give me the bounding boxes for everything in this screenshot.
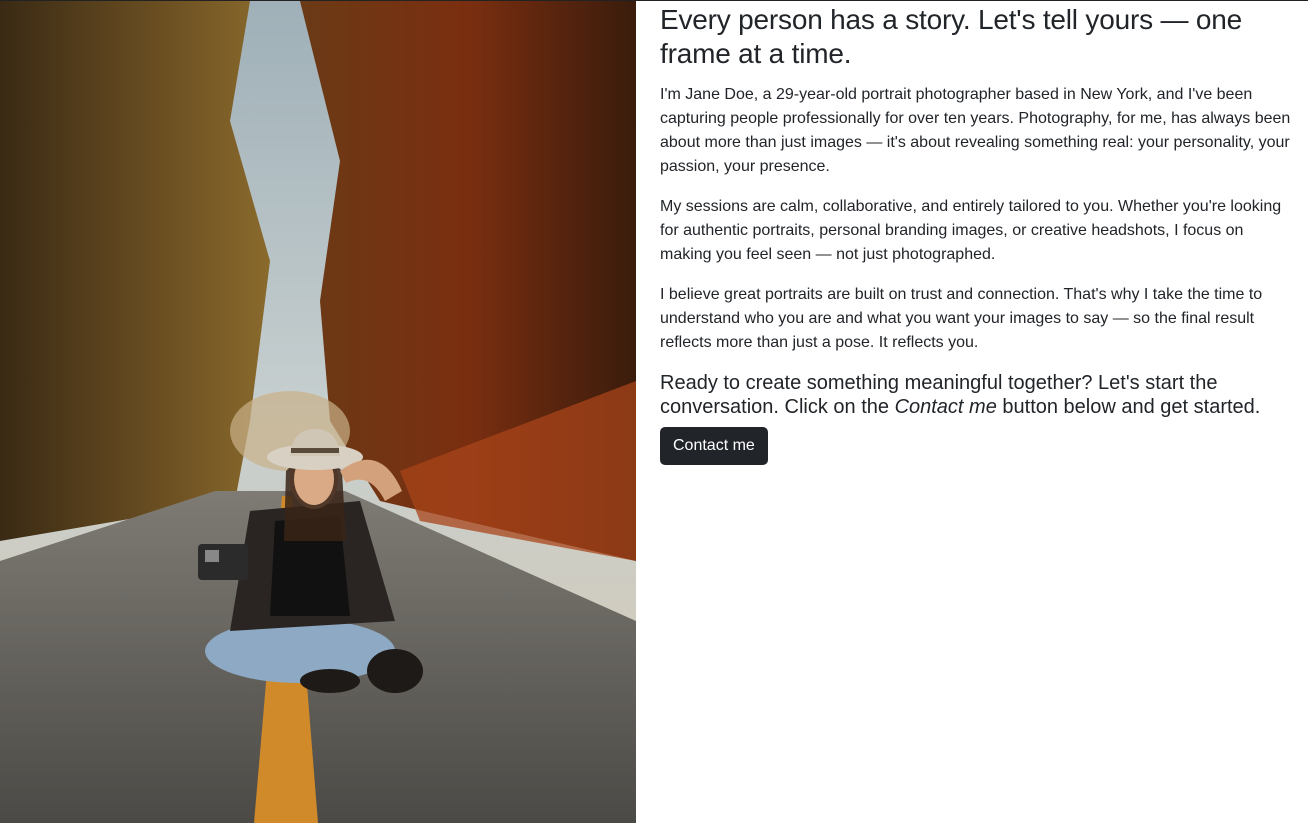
cta-text-emphasis: Contact me	[894, 396, 997, 418]
cta-text-end: button below and get started.	[996, 396, 1261, 418]
call-to-action-text: Ready to create something meaningful tog…	[660, 371, 1296, 419]
about-section: Every person has a story. Let's tell you…	[636, 1, 1308, 833]
intro-paragraph: I'm Jane Doe, a 29-year-old portrait pho…	[660, 86, 1291, 175]
philosophy-paragraph: I believe great portraits are built on t…	[660, 286, 1263, 351]
hero-photo	[0, 1, 636, 823]
portrait-image	[0, 1, 636, 823]
sessions-paragraph: My sessions are calm, collaborative, and…	[660, 198, 1282, 263]
page-title: Every person has a story. Let's tell you…	[660, 4, 1242, 69]
page: Every person has a story. Let's tell you…	[0, 0, 1308, 833]
contact-me-button[interactable]: Contact me	[660, 427, 768, 465]
